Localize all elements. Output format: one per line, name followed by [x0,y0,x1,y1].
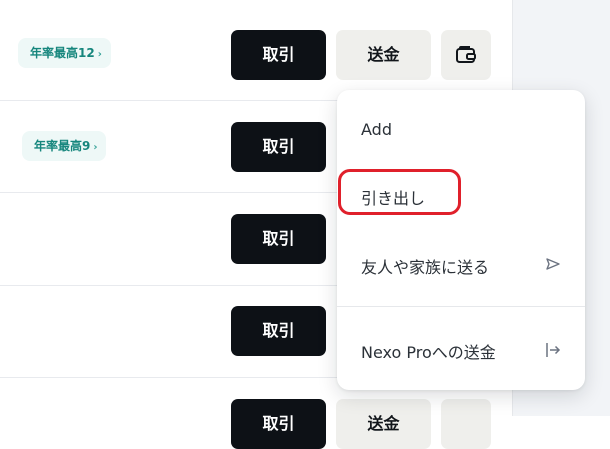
menu-divider [337,306,585,307]
send-button[interactable]: 送金 [336,30,431,80]
apy-badge-label: 年率最高12 [30,46,95,60]
send-arrow-icon [546,258,560,270]
menu-item-label: Nexo Proへの送金 [361,343,496,362]
trade-button[interactable]: 取引 [231,399,326,449]
chevron-right-icon: › [97,49,102,60]
trade-button[interactable]: 取引 [231,306,326,356]
wallet-dropdown-menu: Add 引き出し 友人や家族に送る Nexo Proへの送金 [337,90,585,390]
chevron-right-icon: › [93,142,98,153]
trade-button[interactable]: 取引 [231,214,326,264]
wallet-menu-button[interactable] [441,399,491,449]
trade-button[interactable]: 取引 [231,30,326,80]
annotation-highlight [338,169,461,215]
trade-button[interactable]: 取引 [231,122,326,172]
apy-badge[interactable]: 年率最高12 › [18,38,111,68]
menu-item-label: 友人や家族に送る [361,258,490,277]
wallet-icon [456,46,476,63]
menu-item-add[interactable]: Add [337,107,585,153]
wallet-menu-button[interactable] [441,30,491,80]
apy-badge-label: 年率最高9 [34,139,91,153]
menu-item-nexo-pro-transfer[interactable]: Nexo Proへの送金 [337,326,585,372]
menu-item-label: Add [361,120,392,139]
transfer-out-icon [546,343,561,357]
menu-item-send-to-friends[interactable]: 友人や家族に送る [337,241,585,287]
send-button[interactable]: 送金 [336,399,431,449]
apy-badge[interactable]: 年率最高9 › [22,131,107,161]
